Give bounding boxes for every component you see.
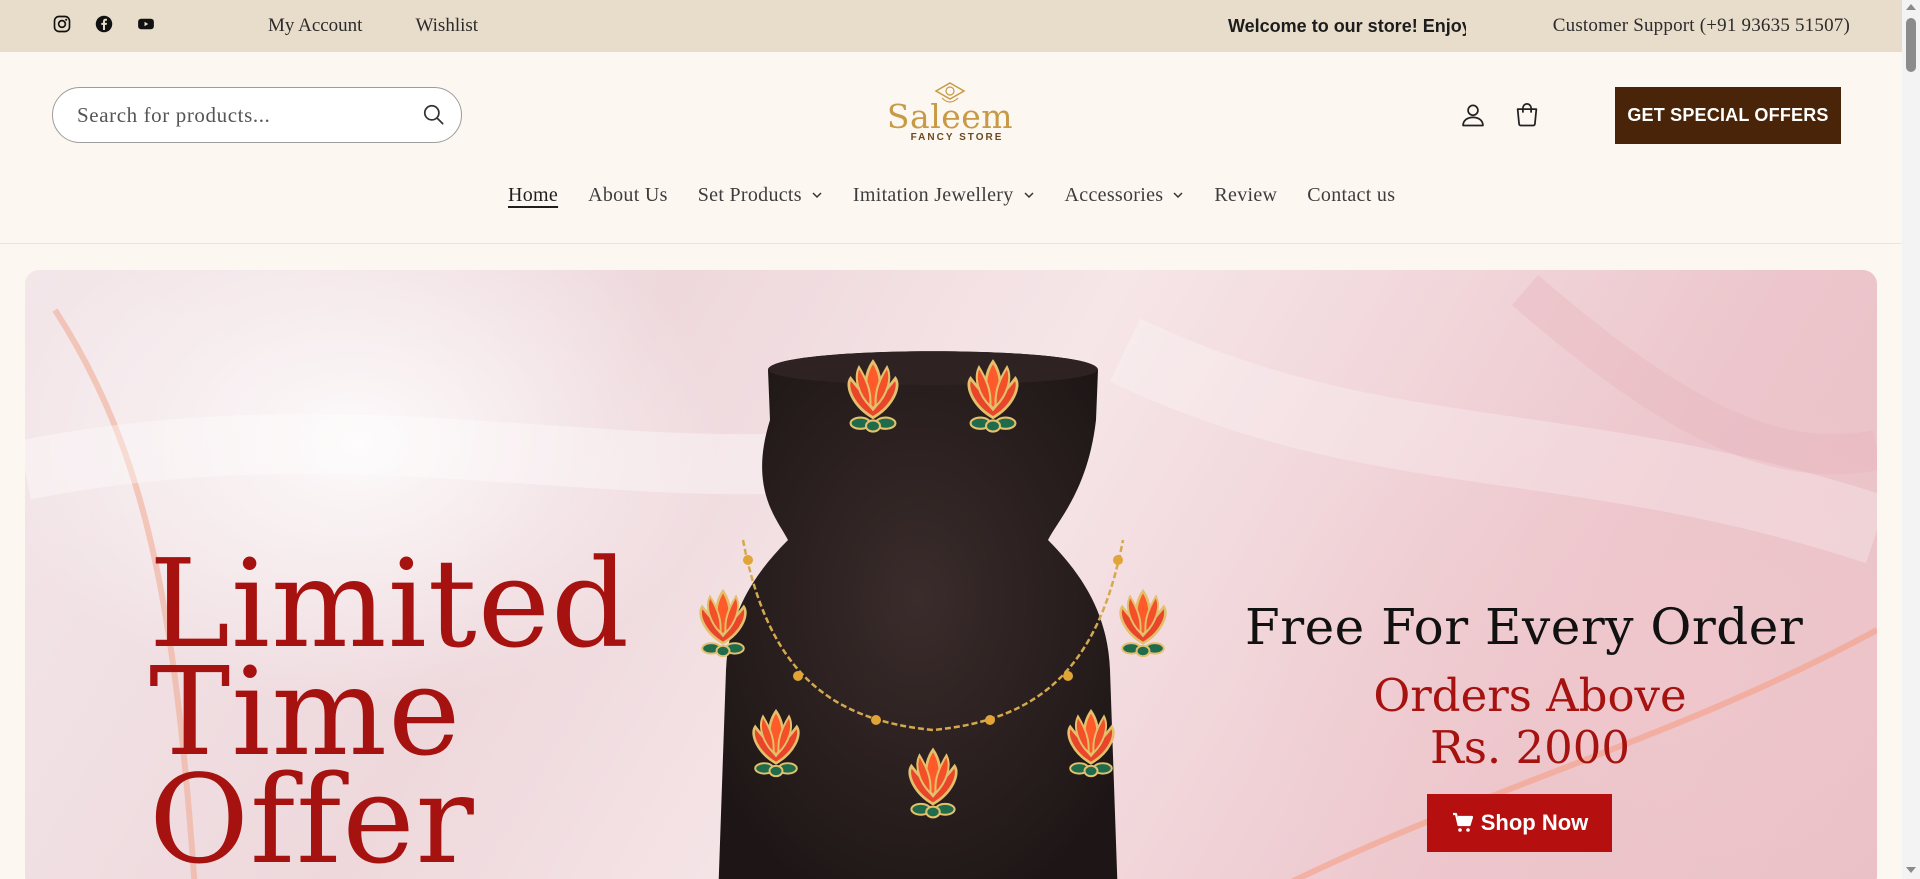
facebook-icon[interactable]	[94, 14, 114, 34]
my-account-link[interactable]: My Account	[268, 15, 362, 37]
social-links	[52, 14, 156, 34]
chevron-down-icon	[812, 192, 822, 199]
logo-subtitle: FANCY STORE	[910, 132, 1004, 143]
nav-label: About Us	[588, 183, 668, 206]
promo-headline: Free For Every Order	[1245, 598, 1804, 656]
instagram-icon[interactable]	[52, 14, 72, 34]
nav-label: Contact us	[1307, 183, 1396, 206]
get-special-offers-button[interactable]: GET SPECIAL OFFERS	[1615, 87, 1841, 144]
wishlist-link[interactable]: Wishlist	[415, 15, 478, 37]
shop-now-label: Shop Now	[1480, 810, 1589, 835]
nav-item-about-us[interactable]: About Us	[588, 184, 668, 207]
site-header: Saleem FANCY STORE GET SPECIAL OFFERS Ho…	[0, 52, 1902, 244]
search-icon[interactable]	[421, 102, 447, 128]
nav-item-contact-us[interactable]: Contact us	[1307, 184, 1395, 207]
main-navigation: Home About Us Set Products Imitation Jew…	[508, 175, 1425, 215]
store-logo[interactable]: Saleem FANCY STORE	[880, 82, 1020, 148]
chevron-down-icon	[1024, 192, 1034, 199]
cart-icon[interactable]	[1510, 98, 1544, 132]
nav-item-home[interactable]: Home	[508, 184, 558, 207]
nav-item-imitation-jewellery[interactable]: Imitation Jewellery	[853, 184, 1035, 207]
limited-time-offer-heading: Limited Time Offer	[149, 543, 630, 879]
customer-support: Customer Support (+91 93635 51507)	[1552, 15, 1850, 36]
search-bar	[52, 87, 462, 143]
headline-line: Offer	[149, 749, 475, 879]
shop-now-button[interactable]: Shop Now	[1427, 794, 1612, 852]
chevron-down-icon	[1173, 192, 1183, 199]
promo-condition: Orders Above Rs. 2000	[1275, 670, 1785, 774]
nav-item-set-products[interactable]: Set Products	[698, 184, 823, 207]
necklace-display-image	[699, 351, 1167, 879]
scroll-down-arrow-icon[interactable]	[1906, 867, 1916, 873]
nav-label: Set Products	[697, 183, 802, 206]
youtube-icon[interactable]	[136, 14, 156, 34]
promo-text: Free For Every Order Orders Above Rs. 20…	[1245, 598, 1804, 774]
nav-label: Accessories	[1064, 183, 1164, 206]
welcome-marquee: Welcome to our store! Enjoy	[1228, 0, 1466, 52]
promo-condition-line: Orders Above	[1373, 669, 1687, 722]
scroll-up-arrow-icon[interactable]	[1906, 4, 1916, 10]
logo-wordmark: Saleem	[886, 97, 1014, 136]
account-icon[interactable]	[1456, 98, 1490, 132]
announcement-bar: My Account Wishlist Welcome to our store…	[0, 0, 1902, 52]
nav-label: Imitation Jewellery	[852, 183, 1014, 206]
page-scrollbar[interactable]	[1902, 0, 1920, 879]
nav-item-review[interactable]: Review	[1214, 184, 1277, 207]
account-links: My Account Wishlist	[268, 0, 478, 52]
search-input[interactable]	[77, 102, 397, 128]
nav-item-accessories[interactable]: Accessories	[1065, 184, 1185, 207]
welcome-text: Welcome to our store! Enjoy	[1228, 15, 1466, 36]
scrollbar-thumb[interactable]	[1906, 18, 1916, 72]
hero-banner[interactable]: Limited Time Offer Free For Every Order …	[25, 270, 1877, 879]
nav-label: Home	[508, 183, 559, 206]
promo-condition-amount: Rs. 2000	[1429, 721, 1631, 774]
nav-label: Review	[1214, 183, 1278, 206]
cart-icon	[1452, 812, 1473, 832]
